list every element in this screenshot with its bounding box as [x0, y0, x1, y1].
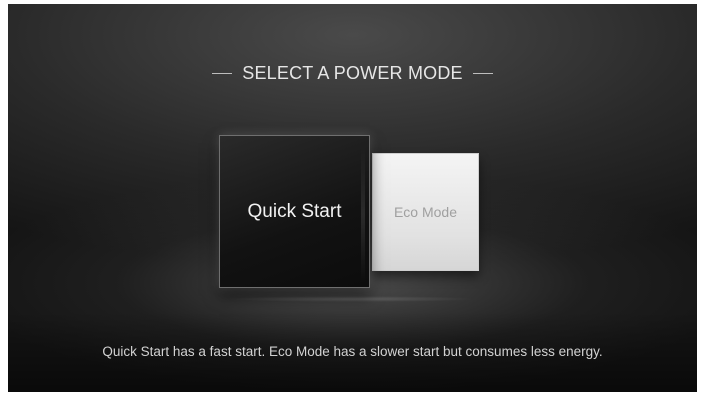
- page-title: SELECT A POWER MODE: [8, 62, 697, 84]
- eco-mode-option[interactable]: Eco Mode: [372, 153, 479, 271]
- quick-start-option[interactable]: Quick Start: [219, 135, 370, 288]
- power-mode-screen: SELECT A POWER MODE Eco Mode Quick Start…: [8, 4, 697, 392]
- eco-mode-label: Eco Mode: [393, 204, 458, 220]
- page-title-text: SELECT A POWER MODE: [242, 62, 463, 83]
- quick-start-label: Quick Start: [247, 200, 342, 222]
- title-left-rule: [212, 72, 233, 74]
- mode-description: Quick Start has a fast start. Eco Mode h…: [102, 344, 603, 359]
- title-right-rule: [472, 72, 493, 74]
- floor-reflection: [226, 296, 476, 302]
